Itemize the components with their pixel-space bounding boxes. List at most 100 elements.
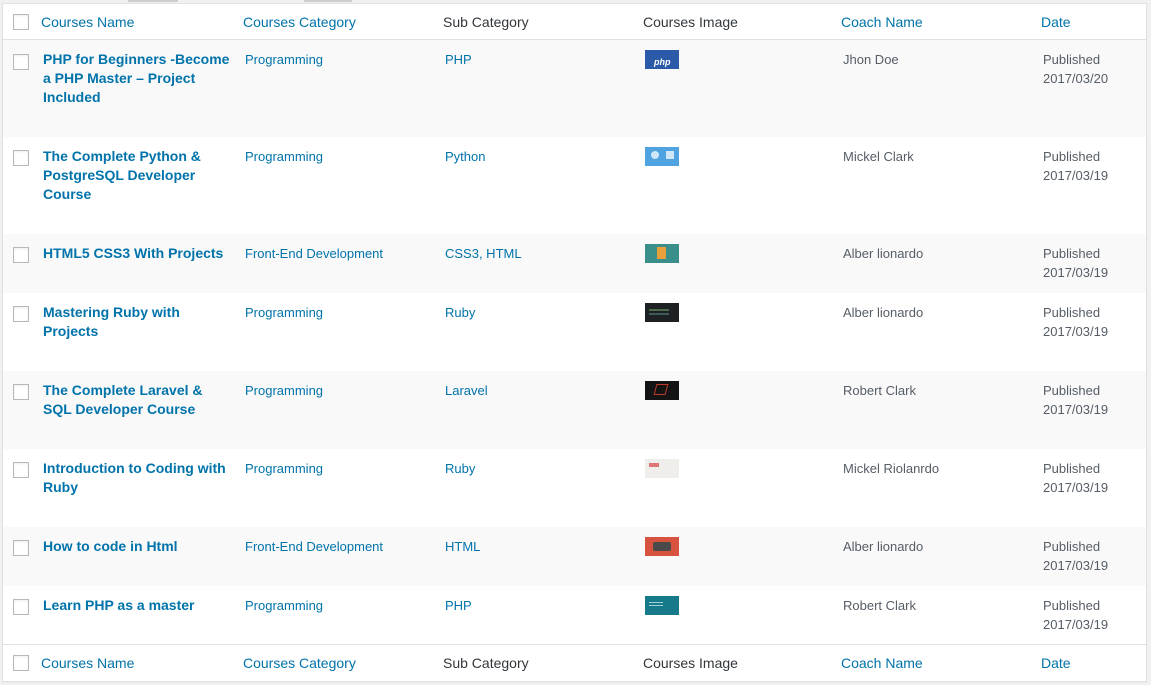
laravel-thumbnail-icon [645, 380, 679, 400]
course-title-link[interactable]: Learn PHP as a master [43, 596, 240, 615]
table-row: How to code in Html Front-End Developmen… [3, 526, 1146, 586]
status-text: Published [1043, 597, 1101, 613]
category-link[interactable]: Programming [245, 461, 323, 476]
learn-php-thumbnail-icon [645, 595, 679, 615]
image-cell [640, 137, 838, 234]
html-code-thumbnail-icon [645, 536, 679, 556]
select-all-cell [3, 4, 38, 40]
coach-cell: Jhon Doe [843, 52, 899, 67]
name-cell: How to code in Html [38, 527, 240, 586]
column-header-coach[interactable]: Coach Name [838, 4, 1038, 40]
name-cell: PHP for Beginners -Become a PHP Master –… [38, 40, 240, 137]
column-header-name[interactable]: Courses Name [38, 4, 240, 40]
category-cell: Programming [240, 137, 440, 234]
table-body: PHP for Beginners -Become a PHP Master –… [3, 39, 1146, 645]
name-cell: The Complete Laravel & SQL Developer Cou… [38, 371, 240, 449]
status-text: Published [1043, 52, 1101, 67]
category-cell: Programming [240, 371, 440, 449]
subcategory-cell: CSS3, HTML [440, 234, 640, 293]
row-checkbox[interactable] [13, 462, 29, 479]
category-link[interactable]: Front-End Development [245, 246, 383, 261]
column-header-date[interactable]: Date [1038, 4, 1146, 40]
subcategory-link[interactable]: CSS3, HTML [445, 246, 522, 261]
subcategory-link[interactable]: PHP [445, 598, 472, 613]
row-select-cell [3, 137, 38, 234]
status-text: Published [1043, 148, 1101, 164]
row-checkbox[interactable] [13, 306, 29, 323]
date-cell: Published 2017/03/19 [1038, 527, 1146, 586]
column-footer-coach[interactable]: Coach Name [838, 644, 1038, 680]
image-cell [640, 449, 838, 527]
select-all-checkbox[interactable] [13, 14, 29, 31]
category-link[interactable]: Programming [245, 52, 323, 67]
column-header-category[interactable]: Courses Category [240, 4, 440, 40]
name-cell: Introduction to Coding with Ruby [38, 449, 240, 527]
coach-cell: Alber lionardo [843, 304, 924, 320]
column-footer-date[interactable]: Date [1038, 644, 1146, 680]
tab-edge [128, 0, 178, 2]
coach-cell: Mickel Riolanrdo [843, 460, 940, 476]
category-link[interactable]: Front-End Development [245, 539, 383, 554]
row-select-cell [3, 527, 38, 586]
course-title-link[interactable]: How to code in Html [43, 537, 240, 556]
date-cell: Published 2017/03/19 [1038, 293, 1146, 371]
course-title-link[interactable]: Introduction to Coding with Ruby [43, 459, 240, 497]
category-link[interactable]: Programming [245, 305, 323, 320]
date-text: 2017/03/19 [1043, 323, 1109, 339]
category-link[interactable]: Programming [245, 383, 323, 398]
image-cell [640, 293, 838, 371]
subcategory-link[interactable]: Python [445, 149, 485, 164]
coach-cell: Alber lionardo [843, 538, 924, 554]
column-header-image: Courses Image [640, 4, 838, 40]
column-footer-image: Courses Image [640, 644, 838, 680]
date-text: 2017/03/19 [1043, 616, 1109, 632]
date-cell: Published 2017/03/19 [1038, 137, 1146, 234]
date-text: 2017/03/19 [1043, 401, 1109, 417]
course-title-link[interactable]: HTML5 CSS3 With Projects [43, 244, 240, 263]
row-checkbox[interactable] [13, 599, 29, 616]
row-checkbox[interactable] [13, 53, 29, 70]
column-footer-category[interactable]: Courses Category [240, 644, 440, 680]
table-footer: Courses Name Courses Category Sub Catego… [3, 644, 1146, 680]
subcategory-link[interactable]: Ruby [445, 305, 475, 320]
course-title-link[interactable]: The Complete Python & PostgreSQL Develop… [43, 147, 240, 204]
status-text: Published [1043, 304, 1101, 320]
course-title-link[interactable]: Mastering Ruby with Projects [43, 303, 240, 341]
subcategory-link[interactable]: Laravel [445, 383, 488, 398]
table-row: HTML5 CSS3 With Projects Front-End Devel… [3, 233, 1146, 293]
subcategory-cell: PHP [440, 586, 640, 645]
column-footer-subcategory: Sub Category [440, 644, 640, 680]
course-title-link[interactable]: The Complete Laravel & SQL Developer Cou… [43, 381, 240, 419]
subcategory-link[interactable]: HTML [445, 539, 480, 554]
status-text: Published [1043, 382, 1101, 398]
row-select-cell [3, 293, 38, 371]
row-checkbox[interactable] [13, 384, 29, 401]
category-link[interactable]: Programming [245, 149, 323, 164]
course-title-link[interactable]: PHP for Beginners -Become a PHP Master –… [43, 50, 240, 107]
category-cell: Front-End Development [240, 527, 440, 586]
category-cell: Programming [240, 40, 440, 137]
status-text: Published [1043, 538, 1101, 554]
date-text: 2017/03/20 [1043, 71, 1109, 86]
category-link[interactable]: Programming [245, 598, 323, 613]
row-checkbox[interactable] [13, 247, 29, 264]
name-cell: The Complete Python & PostgreSQL Develop… [38, 137, 240, 234]
courses-list-table: Courses Name Courses Category Sub Catego… [2, 3, 1147, 682]
image-cell [640, 40, 838, 137]
column-footer-name[interactable]: Courses Name [38, 644, 240, 680]
table-row: Learn PHP as a master Programming PHP Ro… [3, 586, 1146, 645]
row-checkbox[interactable] [13, 150, 29, 167]
name-cell: Mastering Ruby with Projects [38, 293, 240, 371]
subcategory-link[interactable]: PHP [445, 52, 472, 67]
table-row: PHP for Beginners -Become a PHP Master –… [3, 39, 1146, 137]
select-all-checkbox[interactable] [13, 655, 29, 672]
date-text: 2017/03/19 [1043, 557, 1109, 573]
date-cell: Published 2017/03/19 [1038, 449, 1146, 527]
row-checkbox[interactable] [13, 540, 29, 557]
python-postgresql-thumbnail-icon [645, 146, 679, 166]
category-cell: Programming [240, 293, 440, 371]
category-cell: Programming [240, 586, 440, 645]
subcategory-cell: HTML [440, 527, 640, 586]
subcategory-link[interactable]: Ruby [445, 461, 475, 476]
table-row: The Complete Python & PostgreSQL Develop… [3, 137, 1146, 234]
